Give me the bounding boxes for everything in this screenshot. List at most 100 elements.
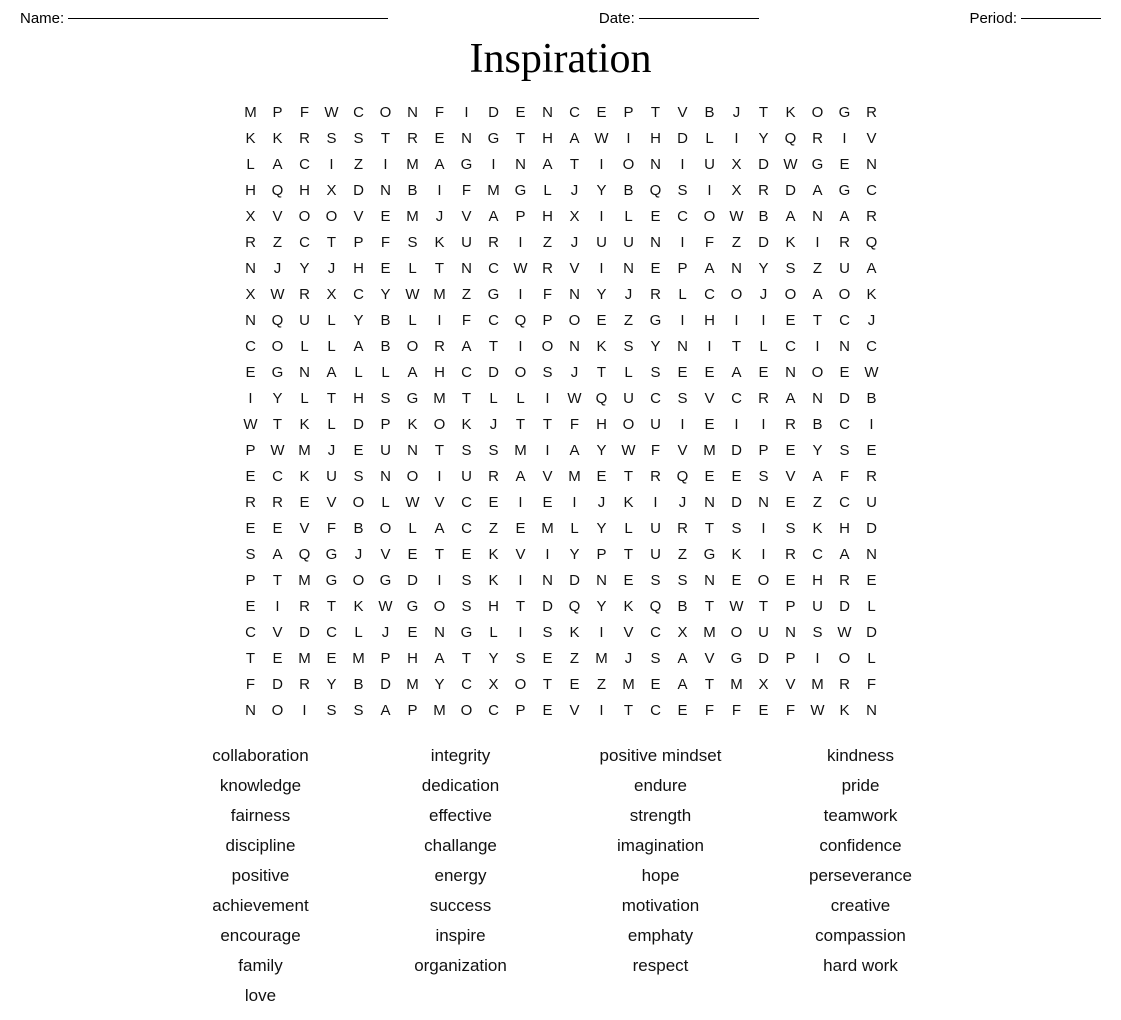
grid-cell: C	[804, 541, 832, 567]
grid-cell: R	[642, 281, 670, 307]
grid-cell: G	[831, 99, 859, 125]
grid-cell: P	[264, 99, 292, 125]
grid-cell: R	[237, 489, 265, 515]
grid-cell: J	[372, 619, 400, 645]
grid-cell: M	[426, 697, 454, 723]
grid-cell: I	[696, 177, 724, 203]
grid-cell: X	[237, 281, 265, 307]
word-item: dedication	[361, 773, 561, 799]
grid-cell: K	[858, 281, 886, 307]
grid-cell: J	[318, 255, 346, 281]
grid-cell: C	[561, 99, 589, 125]
grid-cell: L	[372, 359, 400, 385]
grid-cell: K	[237, 125, 265, 151]
grid-cell: S	[669, 385, 697, 411]
grid-cell: E	[858, 567, 886, 593]
grid-cell: E	[237, 593, 265, 619]
grid-cell: B	[669, 593, 697, 619]
grid-cell: E	[615, 567, 643, 593]
grid-cell: E	[372, 255, 400, 281]
grid-cell: N	[237, 307, 265, 333]
grid-cell: O	[804, 359, 832, 385]
grid-cell: J	[615, 645, 643, 671]
grid-cell: D	[831, 385, 859, 411]
grid-cell: I	[426, 567, 454, 593]
grid-cell: R	[858, 203, 886, 229]
grid-cell: J	[561, 359, 589, 385]
grid-cell: O	[372, 99, 400, 125]
grid-cell: K	[291, 463, 319, 489]
grid-cell: I	[507, 489, 535, 515]
grid-cell: N	[453, 125, 481, 151]
grid-cell: Z	[453, 281, 481, 307]
name-label: Name:	[20, 10, 64, 27]
grid-cell: C	[723, 385, 751, 411]
grid-cell: O	[507, 359, 535, 385]
grid-cell: W	[264, 437, 292, 463]
grid-cell: E	[534, 645, 562, 671]
grid-cell: R	[480, 229, 508, 255]
grid-cell: L	[318, 333, 346, 359]
grid-cell: W	[615, 437, 643, 463]
grid-cell: C	[858, 177, 886, 203]
grid-cell: V	[345, 203, 373, 229]
word-item: discipline	[161, 833, 361, 859]
grid-cell: O	[750, 567, 778, 593]
grid-cell: Q	[291, 541, 319, 567]
grid-cell: E	[237, 359, 265, 385]
grid-cell: S	[237, 541, 265, 567]
grid-cell: N	[399, 99, 427, 125]
grid-cell: A	[777, 385, 805, 411]
grid-cell: E	[723, 567, 751, 593]
grid-cell: C	[669, 203, 697, 229]
grid-cell: D	[723, 437, 751, 463]
grid-cell: T	[750, 593, 778, 619]
grid-cell: X	[750, 671, 778, 697]
word-item: pride	[761, 773, 961, 799]
grid-cell: I	[507, 619, 535, 645]
grid-cell: I	[507, 333, 535, 359]
grid-cell: V	[561, 697, 589, 723]
grid-cell: E	[588, 463, 616, 489]
grid-cell: R	[426, 333, 454, 359]
grid-cell: N	[804, 203, 832, 229]
grid-cell: I	[750, 515, 778, 541]
grid-cell: C	[345, 281, 373, 307]
grid-cell: G	[264, 359, 292, 385]
grid-cell: E	[291, 489, 319, 515]
grid-cell: U	[615, 229, 643, 255]
grid-cell: Q	[777, 125, 805, 151]
grid-cell: I	[453, 99, 481, 125]
grid-cell: R	[831, 229, 859, 255]
grid-cell: A	[723, 359, 751, 385]
grid-cell: X	[669, 619, 697, 645]
grid-cell: D	[723, 489, 751, 515]
grid-cell: D	[831, 593, 859, 619]
grid-cell: M	[399, 203, 427, 229]
grid-cell: W	[399, 489, 427, 515]
grid-cell: E	[777, 567, 805, 593]
word-item: emphaty	[561, 923, 761, 949]
grid-cell: E	[561, 671, 589, 697]
grid-cell: T	[534, 671, 562, 697]
grid-cell: I	[588, 619, 616, 645]
grid-cell: V	[318, 489, 346, 515]
grid-cell: S	[804, 619, 832, 645]
grid-cell: J	[615, 281, 643, 307]
grid-cell: I	[264, 593, 292, 619]
grid-cell: L	[507, 385, 535, 411]
grid-cell: W	[318, 99, 346, 125]
grid-cell: C	[237, 333, 265, 359]
grid-cell: Q	[561, 593, 589, 619]
grid-cell: C	[480, 697, 508, 723]
grid-cell: S	[318, 125, 346, 151]
grid-cell: E	[237, 463, 265, 489]
word-item: teamwork	[761, 803, 961, 829]
grid-cell: F	[696, 229, 724, 255]
grid: MPFWCONFIDENCEPTVBJTKOGRKKRSSTRENGTHAWIH…	[237, 99, 885, 723]
grid-cell: U	[642, 515, 670, 541]
grid-cell: K	[399, 411, 427, 437]
grid-cell: A	[804, 177, 832, 203]
grid-cell: E	[831, 359, 859, 385]
grid-cell: G	[507, 177, 535, 203]
